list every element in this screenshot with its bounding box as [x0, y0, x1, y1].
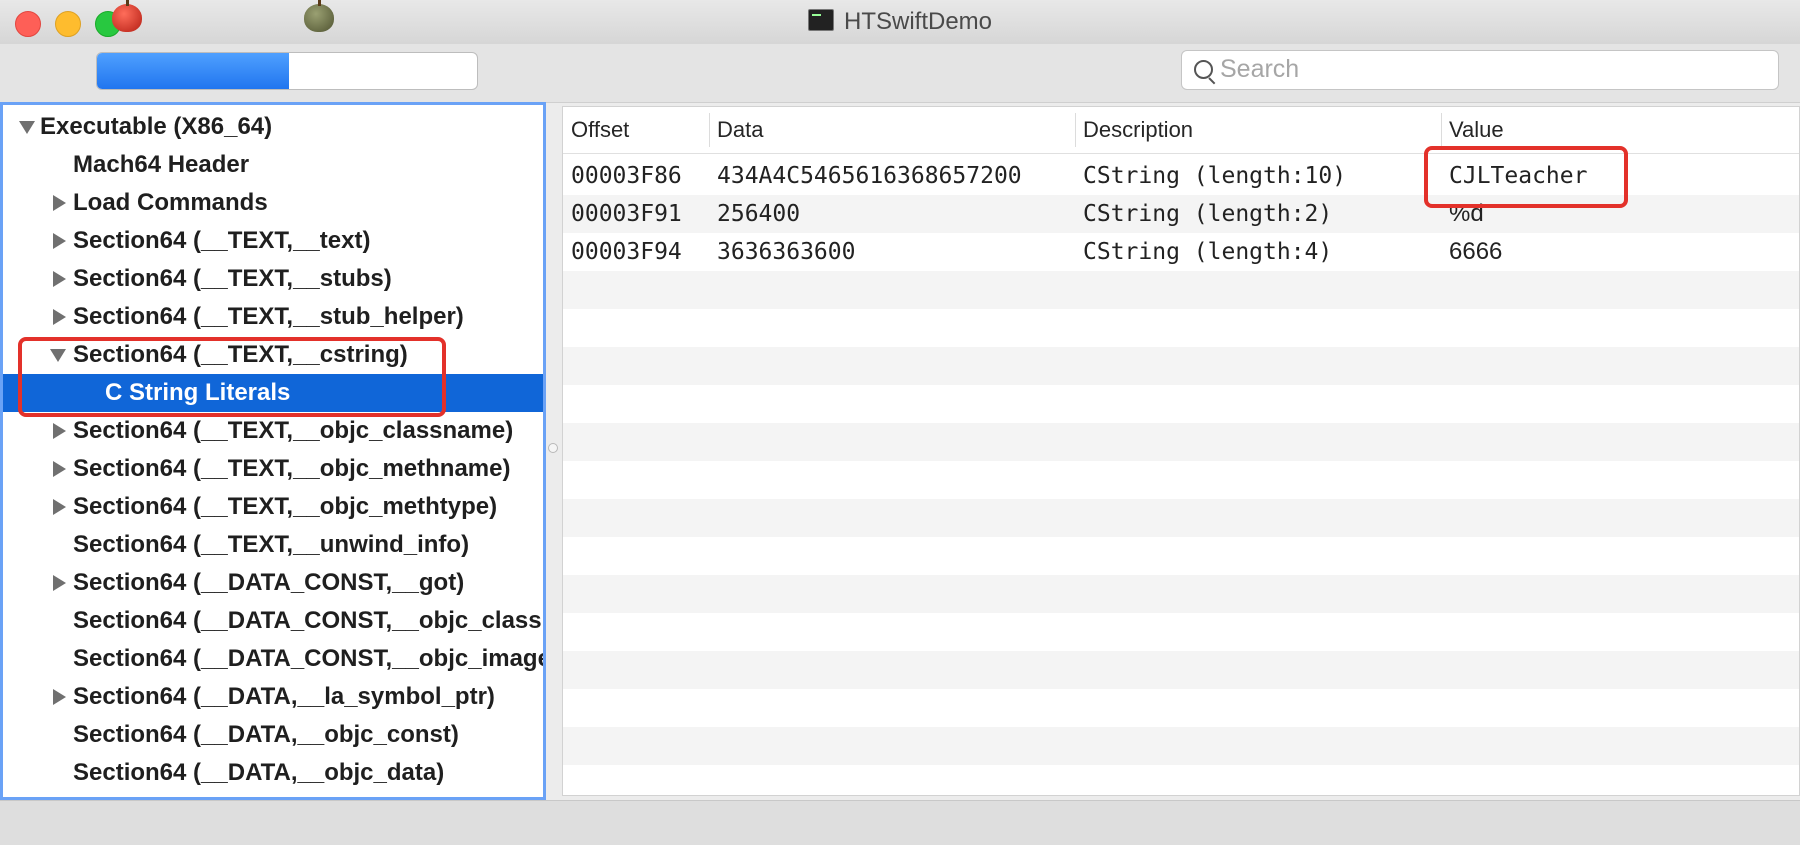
- tree-item-label: Section64 (__DATA_CONST,__got): [73, 569, 465, 596]
- search-input[interactable]: [1220, 55, 1760, 83]
- tree-item-label: Section64 (__TEXT,__objc_classname): [73, 417, 514, 444]
- tree-item-load-commands[interactable]: Load Commands: [3, 184, 543, 222]
- tree-item-mach64-header[interactable]: Mach64 Header: [3, 146, 543, 184]
- tree-item-text-text[interactable]: Section64 (__TEXT,__text): [3, 222, 543, 260]
- data-table: Offset Data Description Value 00003F86 4…: [562, 106, 1800, 796]
- tree-item-data-la-symbol-ptr[interactable]: Section64 (__DATA,__la_symbol_ptr): [3, 678, 543, 716]
- cell-description: CString (length:10): [1083, 163, 1347, 189]
- column-header-offset[interactable]: Offset: [563, 107, 709, 153]
- tree-item-text-stubs[interactable]: Section64 (__TEXT,__stubs): [3, 260, 543, 298]
- olive-apple-icon: [304, 0, 334, 32]
- terminal-icon: [807, 9, 834, 31]
- view-segmented-control: [96, 52, 478, 90]
- split-view-handle[interactable]: [548, 443, 558, 453]
- tree-item-data-const-objc-classlist[interactable]: Section64 (__DATA_CONST,__objc_classlist…: [3, 602, 543, 640]
- tree-item-data-const-objc-imageinfo[interactable]: Section64 (__DATA_CONST,__objc_imageinfo…: [3, 640, 543, 678]
- empty-row: [563, 575, 1799, 613]
- cell-data: 3636363600: [717, 239, 856, 265]
- disclosure-collapsed-icon[interactable]: [53, 423, 66, 439]
- tree-item-label: Section64 (__TEXT,__objc_methname): [73, 455, 511, 482]
- cell-offset: 00003F86: [571, 163, 682, 189]
- tree-item-text-objc-methname[interactable]: Section64 (__TEXT,__objc_methname): [3, 450, 543, 488]
- tree-item-label: Section64 (__DATA,__la_symbol_ptr): [73, 683, 495, 710]
- cell-data: 256400: [717, 201, 801, 227]
- tree-item-label: Load Commands: [73, 189, 268, 216]
- tree-item-data-const-got[interactable]: Section64 (__DATA_CONST,__got): [3, 564, 543, 602]
- column-header-data[interactable]: Data: [709, 107, 1075, 153]
- empty-row: [563, 499, 1799, 537]
- disclosure-collapsed-icon[interactable]: [53, 271, 66, 287]
- cstring-highlight-box: [18, 337, 446, 417]
- value-highlight-box: [1424, 146, 1628, 208]
- cell-data: 434A4C5465616368657200: [717, 163, 1022, 189]
- tree-item-label: Section64 (__DATA_CONST,__objc_classlist…: [73, 607, 546, 634]
- empty-row: [563, 423, 1799, 461]
- column-header-description[interactable]: Description: [1075, 107, 1441, 153]
- tree-item-text-objc-methtype[interactable]: Section64 (__TEXT,__objc_methtype): [3, 488, 543, 526]
- disclosure-collapsed-icon[interactable]: [53, 461, 66, 477]
- tree-item-label: Section64 (__TEXT,__objc_methtype): [73, 493, 498, 520]
- disclosure-collapsed-icon[interactable]: [53, 575, 66, 591]
- window-title-group: HTSwiftDemo: [0, 8, 1800, 36]
- search-field: [1181, 50, 1779, 90]
- tree-item-data-objc-const[interactable]: Section64 (__DATA,__objc_const): [3, 716, 543, 754]
- tree-item-text-objc-classname[interactable]: Section64 (__TEXT,__objc_classname): [3, 412, 543, 450]
- cell-offset: 00003F91: [571, 201, 682, 227]
- tree-item-label: Mach64 Header: [73, 151, 250, 178]
- cell-description: CString (length:2): [1083, 201, 1333, 227]
- disclosure-collapsed-icon[interactable]: [53, 233, 66, 249]
- cell-offset: 00003F94: [571, 239, 682, 265]
- tree-item-label: Section64 (__TEXT,__unwind_info): [73, 531, 470, 558]
- app-window: HTSwiftDemo Executable (X86_64) Mach64 H…: [0, 0, 1800, 845]
- tree-item-label: Section64 (__DATA,__objc_const): [73, 721, 459, 748]
- tree-item-data-objc-data[interactable]: Section64 (__DATA,__objc_data): [3, 754, 543, 792]
- disclosure-collapsed-icon[interactable]: [53, 195, 66, 211]
- window-title: HTSwiftDemo: [843, 8, 993, 35]
- segment-rva-view[interactable]: [289, 53, 477, 89]
- tree-item-label: Section64 (__TEXT,__stubs): [73, 265, 392, 292]
- table-row[interactable]: 00003F94 3636363600 CString (length:4) 6…: [563, 233, 1799, 271]
- disclosure-collapsed-icon[interactable]: [53, 689, 66, 705]
- tree-item-text-unwind-info[interactable]: Section64 (__TEXT,__unwind_info): [3, 526, 543, 564]
- title-bar: HTSwiftDemo: [0, 0, 1800, 44]
- cell-value: 6666: [1449, 238, 1503, 265]
- disclosure-expanded-icon[interactable]: [19, 121, 35, 134]
- tree-item-executable[interactable]: Executable (X86_64): [3, 108, 543, 146]
- tree-item-text-stub-helper[interactable]: Section64 (__TEXT,__stub_helper): [3, 298, 543, 336]
- empty-row: [563, 271, 1799, 309]
- disclosure-collapsed-icon[interactable]: [53, 309, 66, 325]
- red-apple-icon: [112, 0, 142, 32]
- tree-item-label: Section64 (__DATA,__objc_data): [73, 759, 445, 786]
- cell-description: CString (length:4): [1083, 239, 1333, 265]
- segment-raw-view[interactable]: [97, 53, 289, 89]
- empty-row: [563, 347, 1799, 385]
- empty-row: [563, 651, 1799, 689]
- status-bar: [0, 800, 1800, 845]
- search-icon: [1194, 60, 1213, 79]
- disclosure-collapsed-icon[interactable]: [53, 499, 66, 515]
- section-tree: Executable (X86_64) Mach64 Header Load C…: [0, 102, 546, 800]
- tree-item-label: Executable (X86_64): [40, 113, 273, 140]
- tree-item-label: Section64 (__DATA_CONST,__objc_imageinfo…: [73, 645, 543, 672]
- tree-item-label: Section64 (__TEXT,__stub_helper): [73, 303, 464, 330]
- empty-row: [563, 727, 1799, 765]
- tree-item-label: Section64 (__TEXT,__text): [73, 227, 371, 254]
